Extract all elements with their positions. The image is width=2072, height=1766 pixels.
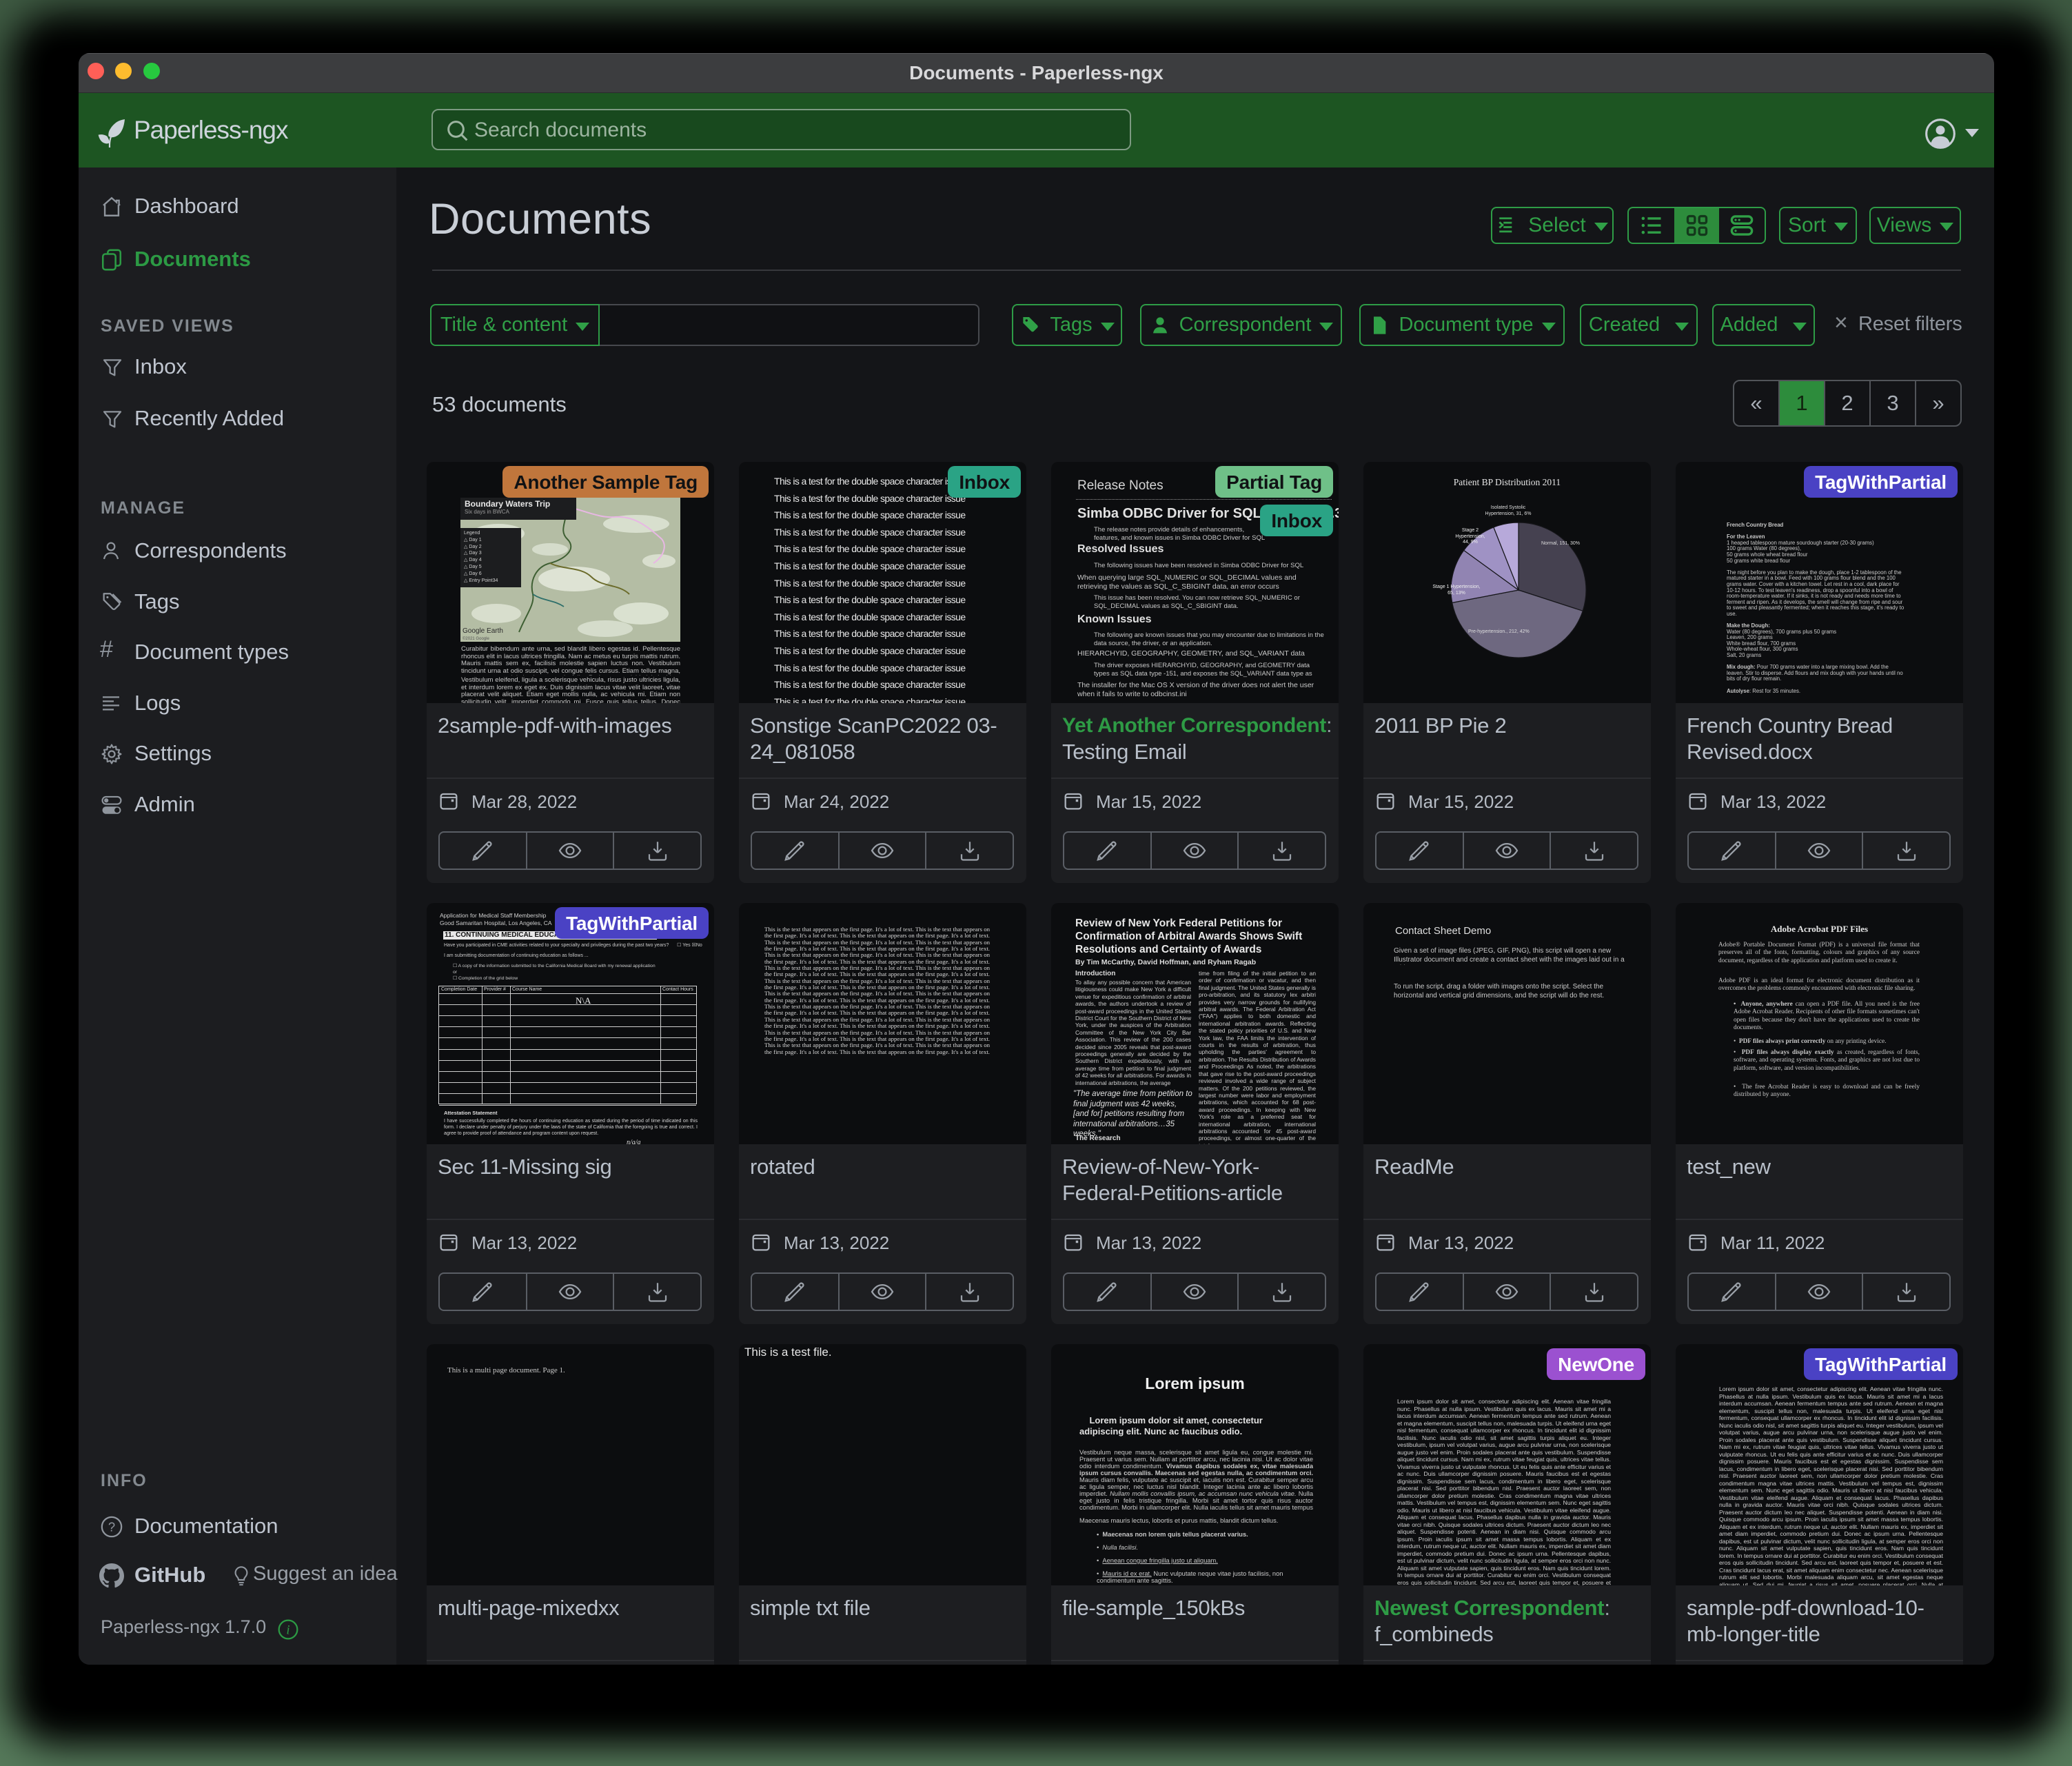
svg-text:i: i [286,1623,290,1638]
svg-text:?: ? [108,1520,115,1534]
